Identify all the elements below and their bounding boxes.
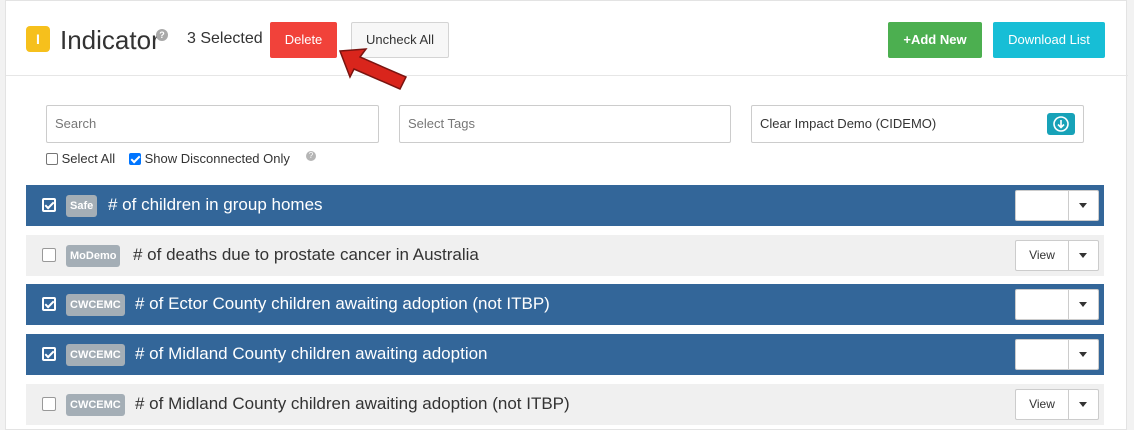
row-tag: CWCEMC xyxy=(66,394,125,416)
show-disconnected-label: Show Disconnected Only xyxy=(144,151,290,166)
view-button-group: View xyxy=(1015,339,1099,370)
organization-dropdown-button[interactable] xyxy=(1047,113,1075,135)
table-row[interactable]: MoDemo # of deaths due to prostate cancer… xyxy=(26,235,1104,276)
row-name[interactable]: # of Ector County children awaiting adop… xyxy=(135,294,550,314)
indicator-panel: I Indicator ? 3 Selected Delete Uncheck … xyxy=(5,0,1128,430)
add-new-button[interactable]: +Add New xyxy=(888,22,982,58)
help-icon[interactable]: ? xyxy=(156,29,168,41)
selected-count: 3 Selected xyxy=(187,30,263,47)
row-checkbox[interactable] xyxy=(42,198,56,212)
view-button-group: View xyxy=(1015,240,1099,271)
select-tags-field[interactable]: Select Tags xyxy=(399,105,731,143)
view-button-group: View xyxy=(1015,289,1099,320)
chevron-down-icon[interactable] xyxy=(1079,302,1087,307)
view-button[interactable]: View xyxy=(1016,390,1069,419)
row-checkbox[interactable] xyxy=(42,297,56,311)
row-name[interactable]: # of Midland County children awaiting ad… xyxy=(135,344,488,364)
search-input[interactable] xyxy=(55,106,370,141)
organization-select[interactable]: Clear Impact Demo (CIDEMO) xyxy=(751,105,1084,143)
arrow-down-circle-icon xyxy=(1053,116,1069,132)
select-all-label: Select All xyxy=(61,151,116,166)
download-list-button[interactable]: Download List xyxy=(993,22,1105,58)
row-tag: CWCEMC xyxy=(66,294,125,316)
view-button[interactable]: View xyxy=(1016,241,1069,270)
row-checkbox[interactable] xyxy=(42,397,56,411)
row-tag: Safe xyxy=(66,195,98,217)
table-row[interactable]: CWCEMC # of Midland County children await… xyxy=(26,334,1104,375)
table-row[interactable]: CWCEMC # of Ector County children awaitin… xyxy=(26,284,1104,325)
show-disconnected-checkbox[interactable] xyxy=(129,153,141,165)
help-icon[interactable]: ? xyxy=(306,151,316,161)
row-name[interactable]: # of children in group homes xyxy=(108,195,323,215)
search-field[interactable] xyxy=(46,105,379,143)
view-button-group: View xyxy=(1015,190,1099,221)
row-name[interactable]: # of deaths due to prostate cancer in Au… xyxy=(133,245,479,265)
indicator-badge-icon: I xyxy=(26,26,50,52)
chevron-down-icon[interactable] xyxy=(1079,203,1087,208)
chevron-down-icon[interactable] xyxy=(1079,402,1087,407)
row-tag: MoDemo xyxy=(66,245,121,267)
view-button[interactable]: View xyxy=(1016,290,1069,319)
red-arrow-annotation-icon xyxy=(338,48,408,90)
table-row[interactable]: Safe # of children in group homes View xyxy=(26,185,1104,226)
row-checkbox[interactable] xyxy=(42,347,56,361)
chevron-down-icon[interactable] xyxy=(1079,253,1087,258)
page-title: Indicator xyxy=(60,25,160,55)
delete-button[interactable]: Delete xyxy=(270,22,337,58)
chevron-down-icon[interactable] xyxy=(1079,352,1087,357)
row-tag: CWCEMC xyxy=(66,344,125,366)
view-button-group: View xyxy=(1015,389,1099,420)
select-all-checkbox[interactable] xyxy=(46,153,58,165)
organization-label: Clear Impact Demo (CIDEMO) xyxy=(760,116,937,131)
row-name[interactable]: # of Midland County children awaiting ad… xyxy=(135,394,570,414)
row-checkbox[interactable] xyxy=(42,248,56,262)
show-disconnected-option[interactable]: Show Disconnected Only xyxy=(129,151,290,166)
header-bar: I Indicator ? 3 Selected Delete Uncheck … xyxy=(6,1,1128,76)
select-all-option[interactable]: Select All xyxy=(46,151,115,166)
table-row[interactable]: CWCEMC # of Midland County children await… xyxy=(26,384,1104,425)
view-button[interactable]: View xyxy=(1016,191,1069,220)
view-button[interactable]: View xyxy=(1016,340,1069,369)
